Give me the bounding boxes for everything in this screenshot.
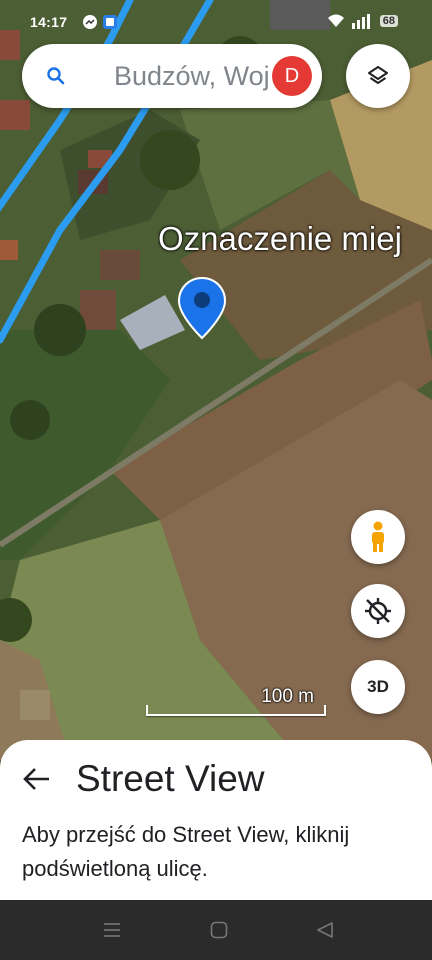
layers-button[interactable] — [346, 44, 410, 108]
sheet-description: Aby przejść do Street View, kliknij podś… — [22, 822, 350, 881]
signal-icon — [351, 14, 370, 29]
place-label[interactable]: Oznaczenie miej — [158, 220, 432, 258]
battery-level: 68 — [379, 15, 398, 27]
scale-bar: 100 m — [146, 686, 326, 718]
wifi-icon — [327, 14, 344, 27]
nav-menu-icon[interactable] — [102, 920, 122, 940]
sheet-title: Street View — [76, 758, 265, 799]
compass-icon — [365, 598, 391, 624]
3d-button[interactable]: 3D — [351, 660, 405, 714]
search-icon[interactable] — [46, 66, 66, 86]
app-notification-icon — [103, 15, 117, 29]
status-right-icons: 68 — [326, 13, 398, 29]
messenger-icon — [83, 15, 97, 29]
compass-button[interactable] — [351, 584, 405, 638]
street-view-sheet: Street View Aby przejść do Street View, … — [0, 740, 432, 900]
status-time: 14:17 — [30, 14, 68, 30]
avatar[interactable]: D — [272, 56, 312, 96]
notification-icons — [82, 14, 118, 30]
nav-home-icon[interactable] — [209, 920, 229, 940]
pegman-button[interactable] — [351, 510, 405, 564]
layers-icon — [368, 66, 388, 84]
nav-back-icon[interactable] — [315, 920, 335, 940]
back-arrow-icon[interactable] — [22, 766, 52, 792]
pegman-icon — [372, 521, 384, 552]
system-nav-bar — [0, 900, 432, 960]
status-bar: 14:17 68 — [0, 0, 432, 46]
search-bar[interactable]: Budzów, Woj D — [22, 44, 322, 108]
search-input[interactable]: Budzów, Woj — [114, 61, 284, 92]
location-pin-icon[interactable] — [177, 276, 227, 340]
scale-line — [146, 705, 326, 716]
